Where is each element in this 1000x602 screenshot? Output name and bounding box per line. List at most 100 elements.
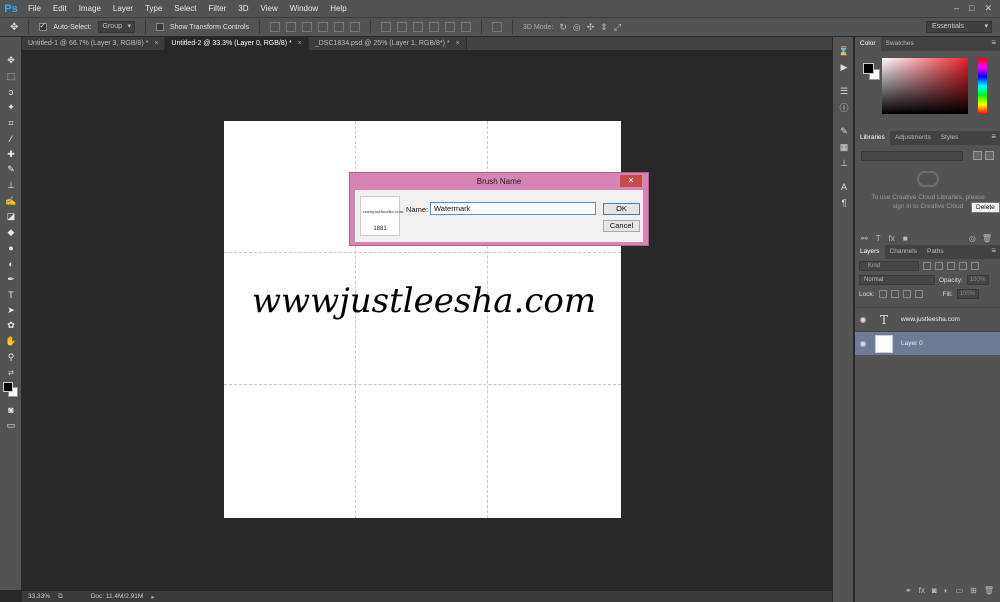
menu-file[interactable]: File <box>22 0 47 17</box>
tab-channels[interactable]: Channels <box>885 245 922 259</box>
ok-button[interactable]: OK <box>603 203 640 215</box>
close-tab-icon[interactable]: × <box>154 40 158 47</box>
marquee-tool-icon[interactable]: ⬚ <box>0 69 22 85</box>
tab-swatches[interactable]: Swatches <box>881 37 919 51</box>
panel-menu-icon[interactable]: ≡ <box>991 132 996 141</box>
brush-presets-icon[interactable]: ▦ <box>833 139 855 155</box>
dodge-tool-icon[interactable]: ◐ <box>0 256 22 272</box>
lock-position-icon[interactable] <box>902 290 911 298</box>
cancel-button[interactable]: Cancel <box>603 220 640 232</box>
add-text-icon[interactable]: T <box>876 234 881 243</box>
3d-drag-icon[interactable]: ✣ <box>587 22 595 33</box>
tab-dsc1834[interactable]: _DSC1834.psd @ 25% (Layer 1, RGB/8*) * × <box>308 37 467 50</box>
quick-mask-icon[interactable]: ◙ <box>0 402 22 418</box>
new-layer-icon[interactable]: ⊞ <box>970 586 977 595</box>
close-tab-icon[interactable]: × <box>456 40 460 47</box>
brush-name-input[interactable]: Watermark <box>430 202 596 215</box>
menu-view[interactable]: View <box>255 0 284 17</box>
auto-select-checkbox[interactable] <box>39 21 48 31</box>
opacity-input[interactable]: 100% <box>966 275 989 285</box>
clone-source-icon[interactable]: ⊥ <box>833 155 855 171</box>
list-view-icon[interactable] <box>985 151 994 160</box>
layer-style-icon[interactable]: fx <box>919 586 925 595</box>
history-panel-icon[interactable]: ⌛ <box>833 43 855 59</box>
menu-3d[interactable]: 3D <box>232 0 254 17</box>
clone-stamp-tool-icon[interactable]: ⊥ <box>0 178 22 194</box>
color-picker-field[interactable] <box>882 58 968 114</box>
close-tab-icon[interactable]: × <box>298 40 302 47</box>
menu-select[interactable]: Select <box>168 0 202 17</box>
distribute-middle-icon[interactable] <box>396 22 407 32</box>
brush-panel-icon[interactable]: ✎ <box>833 123 855 139</box>
new-group-icon[interactable]: ▭ <box>956 586 964 595</box>
info-panel-icon[interactable]: ⓘ <box>833 99 855 115</box>
filter-type-icon[interactable] <box>947 262 955 270</box>
hand-tool-icon[interactable]: ✋ <box>0 334 22 350</box>
distribute-center-icon[interactable] <box>444 22 455 32</box>
tab-styles[interactable]: Styles <box>936 131 964 145</box>
tab-untitled-2[interactable]: Untitled-2 @ 33.3% (Layer 0, RGB/8) * × <box>165 37 309 50</box>
filter-shape-icon[interactable] <box>959 262 967 270</box>
link-layers-icon[interactable]: ⚭ <box>905 586 912 595</box>
shape-tool-icon[interactable]: ✿ <box>0 318 22 334</box>
eraser-tool-icon[interactable]: ◪ <box>0 209 22 225</box>
add-mask-icon[interactable]: ◙ <box>932 586 937 595</box>
paint-bucket-tool-icon[interactable]: ◆ <box>0 225 22 241</box>
workspace-dropdown[interactable]: Essentials <box>926 21 992 33</box>
menu-image[interactable]: Image <box>73 0 107 17</box>
add-content-icon[interactable]: ⚯ <box>861 234 868 243</box>
fill-input[interactable]: 100% <box>956 289 979 299</box>
pen-tool-icon[interactable]: ✒ <box>0 271 22 287</box>
filter-smart-object-icon[interactable] <box>971 262 979 270</box>
align-left-icon[interactable] <box>317 22 328 32</box>
dialog-close-button[interactable]: ✕ <box>620 175 642 187</box>
library-dropdown[interactable] <box>861 151 963 161</box>
quick-select-tool-icon[interactable]: ✦ <box>0 100 22 116</box>
align-center-icon[interactable] <box>333 22 344 32</box>
hue-slider[interactable] <box>978 58 987 114</box>
maximize-button[interactable]: □ <box>969 3 974 14</box>
tab-paths[interactable]: Paths <box>922 245 949 259</box>
menu-help[interactable]: Help <box>324 0 352 17</box>
tab-libraries[interactable]: Libraries <box>855 131 890 145</box>
layer-row-text[interactable]: ◉ T www.justleesha.com <box>855 307 1000 331</box>
auto-select-dropdown[interactable]: Group <box>97 21 135 33</box>
menu-filter[interactable]: Filter <box>203 0 233 17</box>
zoom-level[interactable]: 33.33% <box>28 593 50 600</box>
filter-adjustment-icon[interactable] <box>935 262 943 270</box>
paragraph-panel-icon[interactable]: ¶ <box>833 195 855 211</box>
3d-slide-icon[interactable]: ⇕ <box>600 22 608 33</box>
add-color-icon[interactable]: ■ <box>903 234 908 243</box>
3d-roll-icon[interactable]: ◎ <box>573 22 581 33</box>
3d-scale-icon[interactable]: ⤢ <box>614 22 621 33</box>
filter-pixel-icon[interactable] <box>923 262 931 270</box>
lock-image-icon[interactable] <box>890 290 899 298</box>
color-swatches[interactable] <box>0 380 22 402</box>
tab-layers[interactable]: Layers <box>855 245 885 259</box>
align-bottom-icon[interactable] <box>301 22 312 32</box>
move-tool-icon[interactable]: ✥ <box>0 53 22 69</box>
status-menu-icon[interactable]: ▸ <box>151 593 154 601</box>
status-expand-icon[interactable]: ⧉ <box>58 593 63 601</box>
eyedropper-tool-icon[interactable]: ⁄ <box>0 131 22 147</box>
menu-window[interactable]: Window <box>284 0 324 17</box>
screen-mode-icon[interactable]: ▭ <box>0 418 22 434</box>
distribute-right-icon[interactable] <box>460 22 471 32</box>
canvas-area[interactable]: wwwjustleesha.com <box>22 50 832 590</box>
auto-align-icon[interactable] <box>491 22 502 32</box>
character-panel-icon[interactable]: A <box>833 179 855 195</box>
distribute-left-icon[interactable] <box>428 22 439 32</box>
actions-panel-icon[interactable]: ▶ <box>833 59 855 75</box>
distribute-bottom-icon[interactable] <box>412 22 423 32</box>
grid-view-icon[interactable] <box>973 151 982 160</box>
blur-tool-icon[interactable]: ● <box>0 240 22 256</box>
sync-icon[interactable]: ◎ <box>969 234 976 243</box>
visibility-eye-icon[interactable]: ◉ <box>855 339 871 348</box>
tab-untitled-1[interactable]: Untitled-1 @ 66.7% (Layer 3, RGB/8) * × <box>22 37 166 50</box>
history-brush-tool-icon[interactable]: ✍ <box>0 193 22 209</box>
menu-type[interactable]: Type <box>139 0 168 17</box>
lock-all-icon[interactable] <box>914 290 923 298</box>
visibility-eye-icon[interactable]: ◉ <box>855 315 871 324</box>
blend-mode-dropdown[interactable]: Normal <box>859 275 935 285</box>
close-window-button[interactable]: ✕ <box>984 3 992 14</box>
